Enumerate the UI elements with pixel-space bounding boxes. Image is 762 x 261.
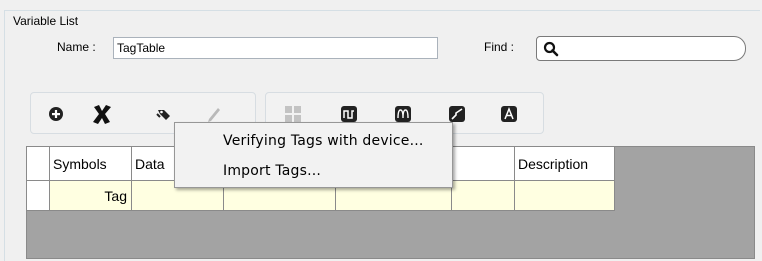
group-title: Variable List [11, 14, 81, 28]
context-menu: Verifying Tags with device... Import Tag… [174, 122, 453, 188]
cell-col5[interactable] [452, 181, 515, 211]
row-header[interactable] [27, 181, 50, 211]
menu-item-verify-tags[interactable]: Verifying Tags with device... [223, 133, 424, 149]
letter-a-icon[interactable] [498, 103, 520, 125]
cell-symbol[interactable]: Tag [50, 181, 132, 211]
tag-tool-icon[interactable] [153, 103, 175, 125]
search-icon [543, 41, 559, 57]
delete-icon[interactable] [91, 103, 113, 125]
find-input[interactable] [536, 36, 746, 61]
header-col5[interactable] [452, 147, 515, 181]
menu-item-import-tags[interactable]: Import Tags... [223, 163, 321, 179]
find-label: Find : [484, 40, 515, 54]
header-description[interactable]: Description [515, 147, 615, 181]
add-icon[interactable] [45, 103, 67, 125]
name-input[interactable]: TagTable [113, 37, 438, 59]
cell-description[interactable] [515, 181, 615, 211]
name-label: Name : [57, 40, 96, 54]
header-symbols[interactable]: Symbols [50, 147, 132, 181]
table-corner [27, 147, 50, 181]
